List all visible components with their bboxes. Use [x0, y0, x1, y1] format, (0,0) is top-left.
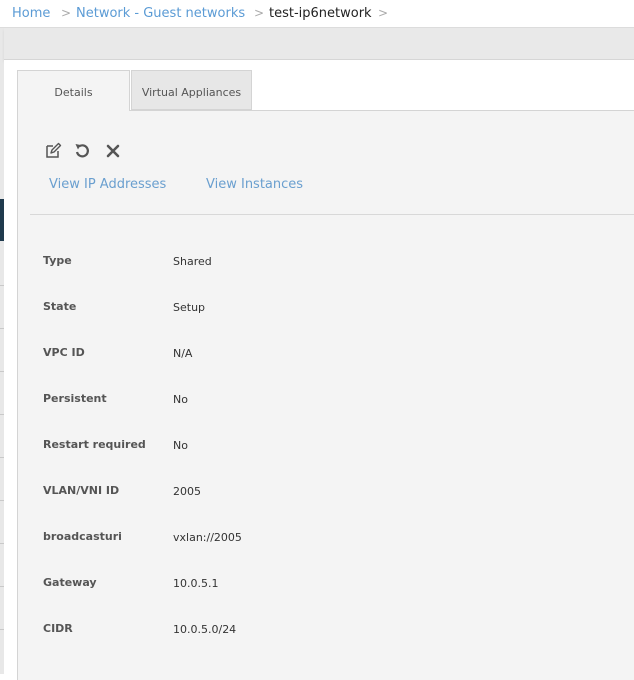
gateway-value: 10.0.5.1	[173, 577, 219, 590]
broadcasturi-label: broadcasturi	[43, 530, 122, 543]
cidr-value: 10.0.5.0/24	[173, 623, 237, 636]
breadcrumb: Home > Network - Guest networks > test-i…	[0, 0, 634, 28]
divider	[30, 214, 634, 215]
state-label: State	[43, 300, 77, 313]
edit-icon[interactable]	[43, 141, 63, 161]
breadcrumb-current: test-ip6network	[269, 6, 372, 21]
type-value: Shared	[173, 255, 212, 268]
breadcrumb-separator: >	[254, 6, 265, 20]
view-ip-addresses-link[interactable]: View IP Addresses	[49, 177, 166, 192]
gateway-label: Gateway	[43, 576, 97, 589]
breadcrumb-separator: >	[378, 6, 389, 20]
vlan-vni-id-label: VLAN/VNI ID	[43, 484, 120, 497]
restart-required-label: Restart required	[43, 438, 146, 451]
restart-required-value: No	[173, 439, 188, 452]
cidr-label: CIDR	[43, 622, 73, 635]
view-instances-link[interactable]: View Instances	[206, 177, 303, 192]
state-value: Setup	[173, 301, 206, 314]
persistent-label: Persistent	[43, 392, 107, 405]
restart-icon[interactable]	[72, 141, 92, 161]
vlan-vni-id-value: 2005	[173, 485, 201, 498]
tab-details[interactable]: Details	[17, 70, 130, 111]
vpc-id-value: N/A	[173, 347, 193, 360]
breadcrumb-separator: >	[61, 6, 72, 20]
broadcasturi-value: vxlan://2005	[173, 531, 242, 544]
type-label: Type	[43, 254, 72, 267]
toolbar	[4, 28, 634, 60]
vpc-id-label: VPC ID	[43, 346, 85, 359]
details-panel	[17, 110, 634, 680]
breadcrumb-home[interactable]: Home	[12, 0, 50, 27]
persistent-value: No	[173, 393, 188, 406]
breadcrumb-guest-networks[interactable]: Network - Guest networks	[76, 0, 245, 27]
delete-icon[interactable]	[103, 141, 123, 161]
tab-virtual-appliances[interactable]: Virtual Appliances	[131, 70, 252, 110]
